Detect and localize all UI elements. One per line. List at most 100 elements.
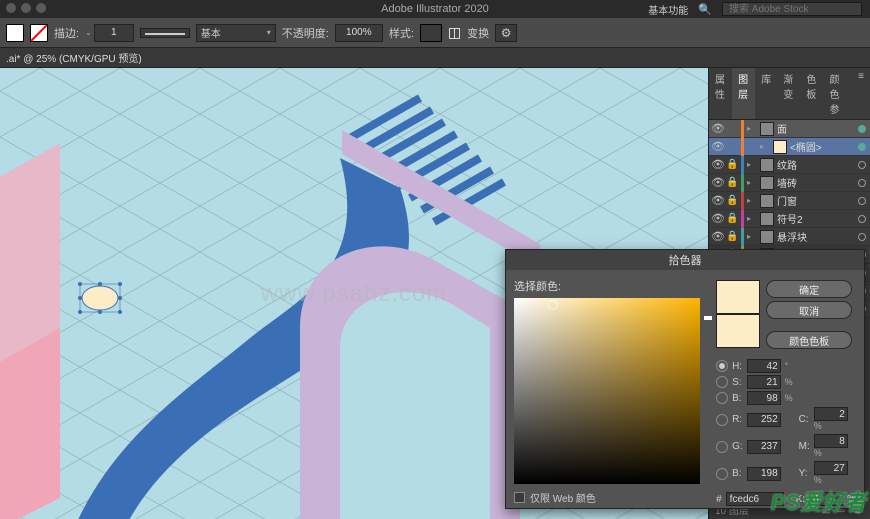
layer-name[interactable]: 悬浮块 <box>777 229 855 244</box>
layer-row[interactable]: 👁🔒 ▸ 墙砖 <box>709 174 870 192</box>
layer-thumb <box>760 212 774 226</box>
ok-button[interactable]: 确定 <box>766 280 852 298</box>
dialog-title-bar[interactable]: 拾色器 <box>506 250 864 270</box>
cancel-button[interactable]: 取消 <box>766 301 852 319</box>
graphic-style[interactable] <box>420 24 442 42</box>
layer-thumb <box>760 122 774 136</box>
stroke-swatch[interactable] <box>30 24 48 42</box>
layer-row[interactable]: 👁🔒 ▸ 门窗 <box>709 192 870 210</box>
hsb-s-input[interactable] <box>747 375 781 389</box>
opacity-input[interactable] <box>335 24 383 42</box>
lock-icon[interactable]: 🔒 <box>726 195 738 206</box>
web-only-checkbox[interactable] <box>514 492 525 503</box>
lock-icon[interactable]: 🔒 <box>726 159 738 170</box>
lock-icon[interactable]: 🔒 <box>726 231 738 242</box>
layer-name[interactable]: 门窗 <box>777 193 855 208</box>
swatches-button[interactable]: 颜色色板 <box>766 331 852 349</box>
color-field-cursor[interactable] <box>548 300 558 310</box>
color-field[interactable] <box>514 298 700 484</box>
visibility-icon[interactable]: 👁 <box>711 212 723 225</box>
visibility-icon[interactable]: 👁 <box>711 194 723 207</box>
layer-row[interactable]: 👁🔒 ▸ 纹路 <box>709 156 870 174</box>
stroke-weight-stepper[interactable]: ⌄ <box>85 24 134 42</box>
hsb-b-radio[interactable] <box>716 392 728 404</box>
layer-row[interactable]: 👁 ▸ 面 <box>709 120 870 138</box>
chevron-down-icon[interactable]: ⌄ <box>85 28 92 37</box>
layer-name[interactable]: 纹路 <box>777 157 855 172</box>
visibility-icon[interactable]: 👁 <box>711 158 723 171</box>
search-input[interactable] <box>722 2 862 16</box>
tab-libraries[interactable]: 库 <box>755 68 777 119</box>
lock-icon[interactable]: 🔒 <box>726 177 738 188</box>
layer-name[interactable]: 面 <box>777 121 855 136</box>
visibility-icon[interactable]: 👁 <box>711 230 723 243</box>
visibility-icon[interactable]: 👁 <box>711 122 723 135</box>
tab-gradient[interactable]: 渐变 <box>777 68 800 119</box>
cmyk-c-input[interactable] <box>814 407 848 421</box>
target-icon[interactable] <box>858 125 866 133</box>
expand-icon[interactable]: ▸ <box>747 178 757 187</box>
close-icon[interactable] <box>6 3 16 13</box>
hsb-h-input[interactable] <box>747 359 781 373</box>
expand-icon[interactable]: ▸ <box>760 142 770 151</box>
target-icon[interactable] <box>858 215 866 223</box>
layer-row[interactable]: 👁🔒 ▸ 符号2 <box>709 210 870 228</box>
lock-icon[interactable]: 🔒 <box>726 213 738 224</box>
layer-row[interactable]: 👁🔒 ▸ 悬浮块 <box>709 228 870 246</box>
brush-definition[interactable]: 基本▾ <box>196 24 276 42</box>
target-icon[interactable] <box>858 233 866 241</box>
rgb-b-input[interactable] <box>747 467 781 481</box>
hsb-b-input[interactable] <box>747 391 781 405</box>
tab-properties[interactable]: 属性 <box>709 68 732 119</box>
rgb-r-radio[interactable] <box>716 414 728 426</box>
color-picker-dialog[interactable]: 拾色器 选择颜色: 仅限 Web 颜色 确定 取消 颜色色板 H:° S:% B… <box>505 249 865 509</box>
target-icon[interactable] <box>858 161 866 169</box>
rgb-b-radio[interactable] <box>716 468 728 480</box>
expand-icon[interactable]: ▸ <box>747 232 757 241</box>
layer-color-bar <box>741 228 744 246</box>
new-color-swatch <box>716 280 760 314</box>
layer-thumb <box>773 140 787 154</box>
tab-color[interactable]: 颜色参 <box>824 68 853 119</box>
fill-swatch[interactable] <box>6 24 24 42</box>
target-icon[interactable] <box>858 179 866 187</box>
old-color-swatch[interactable] <box>716 314 760 348</box>
hue-slider-thumb[interactable] <box>704 316 712 320</box>
cmyk-y-input[interactable] <box>814 461 848 475</box>
layer-thumb <box>760 230 774 244</box>
layer-thumb <box>760 158 774 172</box>
expand-icon[interactable]: ▸ <box>747 160 757 169</box>
rgb-r-input[interactable] <box>747 413 781 427</box>
transform-label[interactable]: 变换 <box>467 25 489 41</box>
visibility-icon[interactable]: 👁 <box>711 176 723 189</box>
layer-name[interactable]: <椭圆> <box>790 139 855 154</box>
layer-row[interactable]: 👁 ▸ <椭圆> <box>709 138 870 156</box>
layer-name[interactable]: 符号2 <box>777 211 855 226</box>
tab-swatches[interactable]: 色板 <box>800 68 823 119</box>
rgb-g-radio[interactable] <box>716 441 728 453</box>
layer-color-bar <box>741 174 744 192</box>
target-icon[interactable] <box>858 197 866 205</box>
visibility-icon[interactable]: 👁 <box>711 140 723 153</box>
app-title: Adobe Illustrator 2020 <box>381 3 489 15</box>
panel-menu-icon[interactable]: ≡ <box>852 68 870 119</box>
hsb-h-radio[interactable] <box>716 360 728 372</box>
tab-layers[interactable]: 图层 <box>732 68 755 119</box>
align-icon[interactable]: ◫ <box>448 24 461 41</box>
rgb-g-input[interactable] <box>747 440 781 454</box>
cmyk-m-input[interactable] <box>814 434 848 448</box>
expand-icon[interactable]: ▸ <box>747 196 757 205</box>
stroke-weight-input[interactable] <box>94 24 134 42</box>
hsb-s-radio[interactable] <box>716 376 728 388</box>
target-icon[interactable] <box>858 143 866 151</box>
document-tab[interactable]: .ai* @ 25% (CMYK/GPU 预览) <box>0 48 870 68</box>
layer-name[interactable]: 墙砖 <box>777 175 855 190</box>
expand-icon[interactable]: ▸ <box>747 214 757 223</box>
maximize-icon[interactable] <box>36 3 46 13</box>
stroke-profile[interactable] <box>140 28 190 38</box>
expand-icon[interactable]: ▸ <box>747 124 757 133</box>
minimize-icon[interactable] <box>21 3 31 13</box>
layer-color-bar <box>741 120 744 138</box>
workspace-switcher[interactable]: 基本功能 <box>648 2 688 17</box>
gear-icon[interactable]: ⚙ <box>495 24 517 42</box>
